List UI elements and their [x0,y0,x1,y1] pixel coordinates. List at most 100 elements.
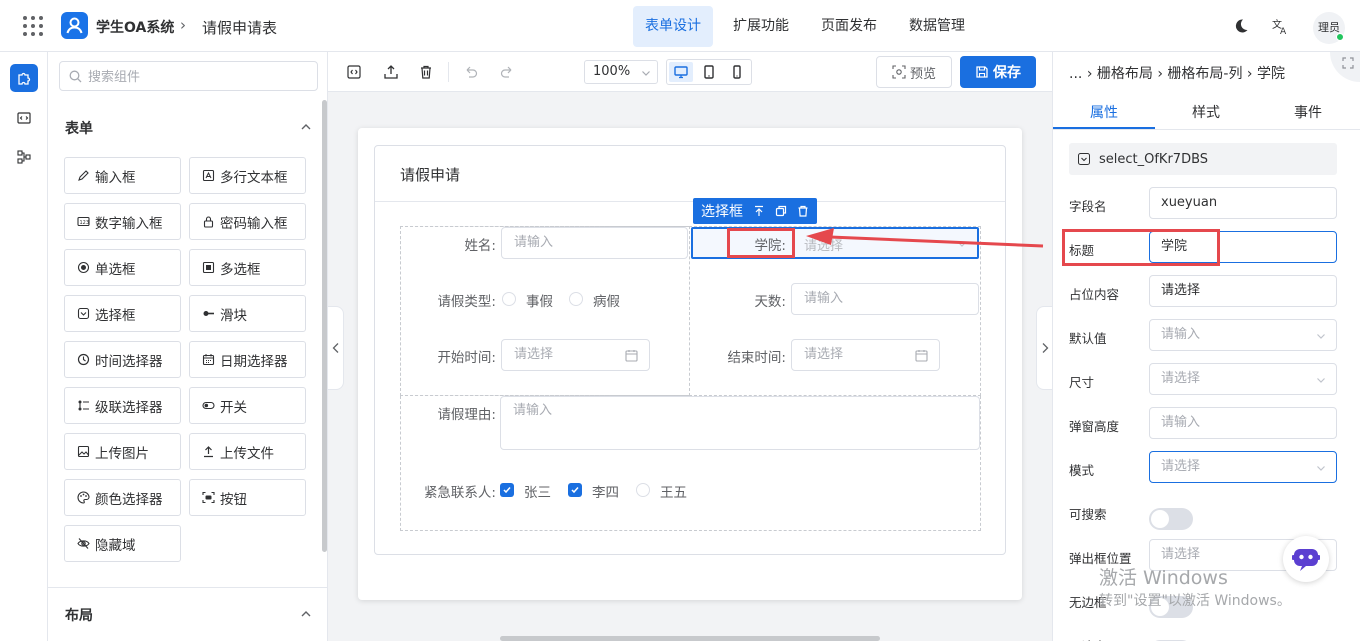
days-input[interactable]: 请输入 [791,283,979,315]
reason-label: 请假理由: [437,407,496,423]
online-status-dot [1336,33,1344,41]
property-label: 模式 [1069,463,1095,478]
component-button[interactable]: 开关 [189,387,306,424]
component-button[interactable]: 按钮 [189,479,306,516]
breadcrumb-item[interactable]: 栅格布局 [1097,66,1153,82]
breadcrumb-separator-icon: › [1157,66,1168,82]
breadcrumb-item[interactable]: 栅格布局-列 [1167,66,1242,82]
tab-styles[interactable]: 样式 [1192,102,1220,122]
component-button[interactable]: 滑块 [189,295,306,332]
save-icon [976,66,988,78]
tab-publish[interactable]: 页面发布 [809,6,889,47]
college-placeholder: 请选择 [804,239,844,254]
component-button[interactable]: 选择框 [64,295,181,332]
property-select[interactable]: 请选择 [1149,363,1337,395]
component-button[interactable]: 时间选择器 [64,341,181,378]
breadcrumb-item[interactable]: ... [1069,66,1082,82]
assistant-robot-button[interactable] [1283,536,1329,582]
component-button[interactable]: 上传文件 [189,433,306,470]
component-button[interactable]: 多选框 [189,249,306,286]
property-input[interactable]: 请输入 [1149,407,1337,439]
chevron-up-icon[interactable] [300,608,312,620]
reason-textarea[interactable]: 请输入 [500,396,980,450]
page-title: 请假申请表 [202,19,278,37]
tablet-view-button[interactable] [697,62,721,82]
code-view-icon[interactable] [346,64,362,80]
component-button-label: 按钮 [220,491,247,508]
desktop-view-button[interactable] [669,62,693,82]
component-button[interactable]: 多行文本框 [189,157,306,194]
component-button[interactable]: 日期选择器 [189,341,306,378]
app-name: 学生OA系统 [96,20,175,36]
move-top-icon[interactable] [753,205,765,217]
canvas-horizontal-scrollbar[interactable] [500,636,880,641]
radio-personal-leave[interactable] [502,292,516,306]
dark-mode-icon[interactable] [1233,18,1249,34]
name-label: 姓名: [464,238,496,254]
property-switch[interactable] [1149,508,1193,530]
contact-name: 李四 [592,485,619,501]
component-button-label: 选择框 [95,307,136,324]
collapse-left-handle[interactable] [328,306,344,390]
breadcrumb-item[interactable]: 学院 [1257,66,1285,82]
tab-form-design[interactable]: 表单设计 [633,6,713,47]
component-button[interactable]: 输入框 [64,157,181,194]
property-select[interactable]: 请输入 [1149,319,1337,351]
radio-sick-leave[interactable] [569,292,583,306]
tab-extensions[interactable]: 扩展功能 [721,6,801,47]
code-icon [17,112,31,124]
delete-icon[interactable] [797,205,809,217]
translate-icon[interactable]: 文A [1272,17,1290,35]
component-search[interactable] [59,61,318,91]
component-button[interactable]: 上传图片 [64,433,181,470]
component-button[interactable]: 密码输入框 [189,203,306,240]
checkbox-wangwu[interactable] [636,483,650,497]
zoom-select[interactable]: 100% [584,60,658,84]
code-rail-button[interactable] [10,104,38,132]
component-button[interactable]: 级联选择器 [64,387,181,424]
preview-icon [892,65,906,79]
redo-icon[interactable] [499,64,515,80]
component-button-label: 颜色选择器 [95,491,163,508]
save-label: 保存 [993,65,1021,81]
search-input[interactable] [88,67,308,87]
start-date-picker[interactable]: 请选择 [501,339,650,371]
component-button[interactable]: 颜色选择器 [64,479,181,516]
tab-properties[interactable]: 属性 [1090,102,1118,122]
property-select[interactable]: 请选择 [1149,451,1337,483]
collapse-right-handle[interactable] [1036,306,1052,390]
flow-rail-button[interactable] [10,143,38,171]
checkbox-icon [202,261,215,274]
component-panel-scrollbar[interactable] [322,100,327,552]
name-input[interactable]: 请输入 [501,227,688,259]
checkbox-zhangsan[interactable] [500,483,514,497]
toolbar-divider [448,62,449,82]
selected-component-tag: 选择框 [693,198,817,224]
property-input[interactable]: 请选择 [1149,275,1337,307]
import-icon[interactable] [383,64,399,80]
undo-icon[interactable] [463,64,479,80]
components-rail-button[interactable] [10,64,38,92]
component-button-label: 多行文本框 [220,169,288,186]
end-date-picker[interactable]: 请选择 [791,339,940,371]
chevron-up-icon[interactable] [300,121,312,133]
property-breadcrumb: ... › 栅格布局 › 栅格布局-列 › 学院 [1069,63,1285,83]
component-button[interactable]: 123 数字输入框 [64,203,181,240]
clear-trash-icon[interactable] [418,64,434,80]
preview-button[interactable]: 预览 [876,56,952,88]
tab-events[interactable]: 事件 [1294,102,1322,122]
tab-data-management[interactable]: 数据管理 [897,6,977,47]
component-button[interactable]: 单选框 [64,249,181,286]
apps-grid-icon[interactable] [22,15,44,37]
app-logo [61,12,88,39]
component-button-label: 数字输入框 [95,215,163,232]
property-input[interactable]: xueyuan [1149,187,1337,219]
copy-icon[interactable] [775,205,787,217]
tabs-divider [1053,129,1360,130]
mobile-view-button[interactable] [725,62,749,82]
component-button[interactable]: 隐藏域 [64,525,181,562]
checkbox-lisi[interactable] [568,483,582,497]
slider-icon [202,307,215,320]
component-button-label: 单选框 [95,261,136,278]
save-button[interactable]: 保存 [960,56,1036,88]
